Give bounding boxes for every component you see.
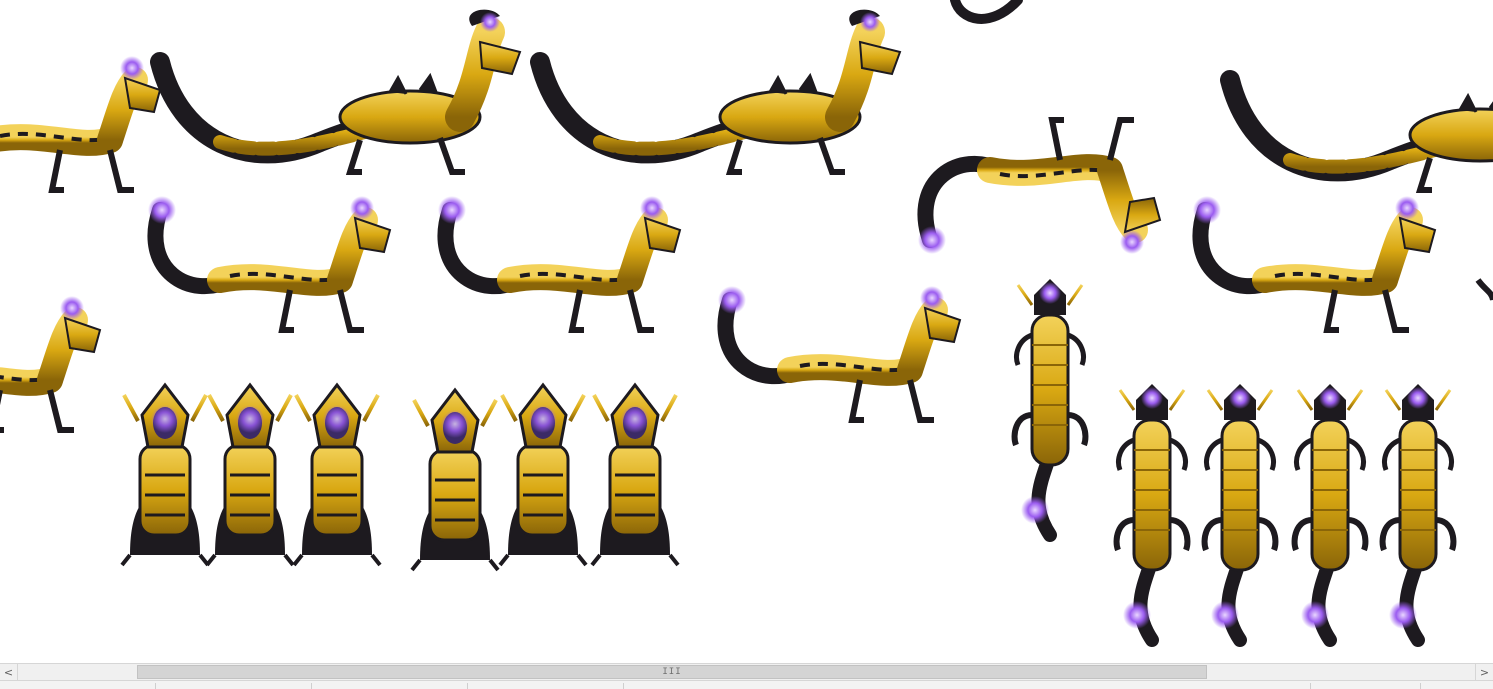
status-divider xyxy=(467,683,468,689)
dragon-sprite-21 xyxy=(1295,384,1366,640)
dragon-sprite-9 xyxy=(1193,196,1435,330)
dragon-sprite-13 xyxy=(205,383,295,567)
dragon-sprite-18 xyxy=(1015,279,1086,535)
dragon-sprite-17 xyxy=(590,383,680,567)
scroll-right-arrow[interactable]: > xyxy=(1475,664,1493,680)
horizontal-scrollbar[interactable]: < III > xyxy=(0,663,1493,681)
dragon-sprite-11 xyxy=(0,296,100,430)
dragon-sprite-2 xyxy=(160,10,520,172)
dragon-sprite-19 xyxy=(1117,384,1188,640)
dragon-sprite-14 xyxy=(292,383,382,567)
status-divider xyxy=(1420,683,1421,689)
dragon-sprite-3 xyxy=(540,10,900,172)
scroll-thumb[interactable]: III xyxy=(137,665,1207,679)
status-divider xyxy=(311,683,312,689)
dragon-sprite-16 xyxy=(498,383,588,567)
scroll-left-arrow[interactable]: < xyxy=(0,664,18,680)
dragon-sprite-4 xyxy=(950,0,1023,24)
dragon-sprites xyxy=(0,0,1493,663)
dragon-sprite-1 xyxy=(0,56,160,190)
dragon-sprite-22 xyxy=(1383,384,1454,640)
dragon-sprite-20 xyxy=(1205,384,1276,640)
status-divider xyxy=(623,683,624,689)
dragon-sprite-8 xyxy=(438,196,680,330)
dragon-sprite-15 xyxy=(410,388,500,572)
dragon-sprite-23 xyxy=(1475,278,1493,301)
status-bar xyxy=(0,681,1493,689)
dragon-sprite-7 xyxy=(148,196,390,330)
status-divider xyxy=(155,683,156,689)
sprite-sheet-canvas xyxy=(0,0,1493,663)
status-divider xyxy=(1310,683,1311,689)
dragon-sprite-12 xyxy=(120,383,210,567)
dragon-sprite-10 xyxy=(718,286,960,420)
scroll-grip-icon: III xyxy=(662,667,682,677)
